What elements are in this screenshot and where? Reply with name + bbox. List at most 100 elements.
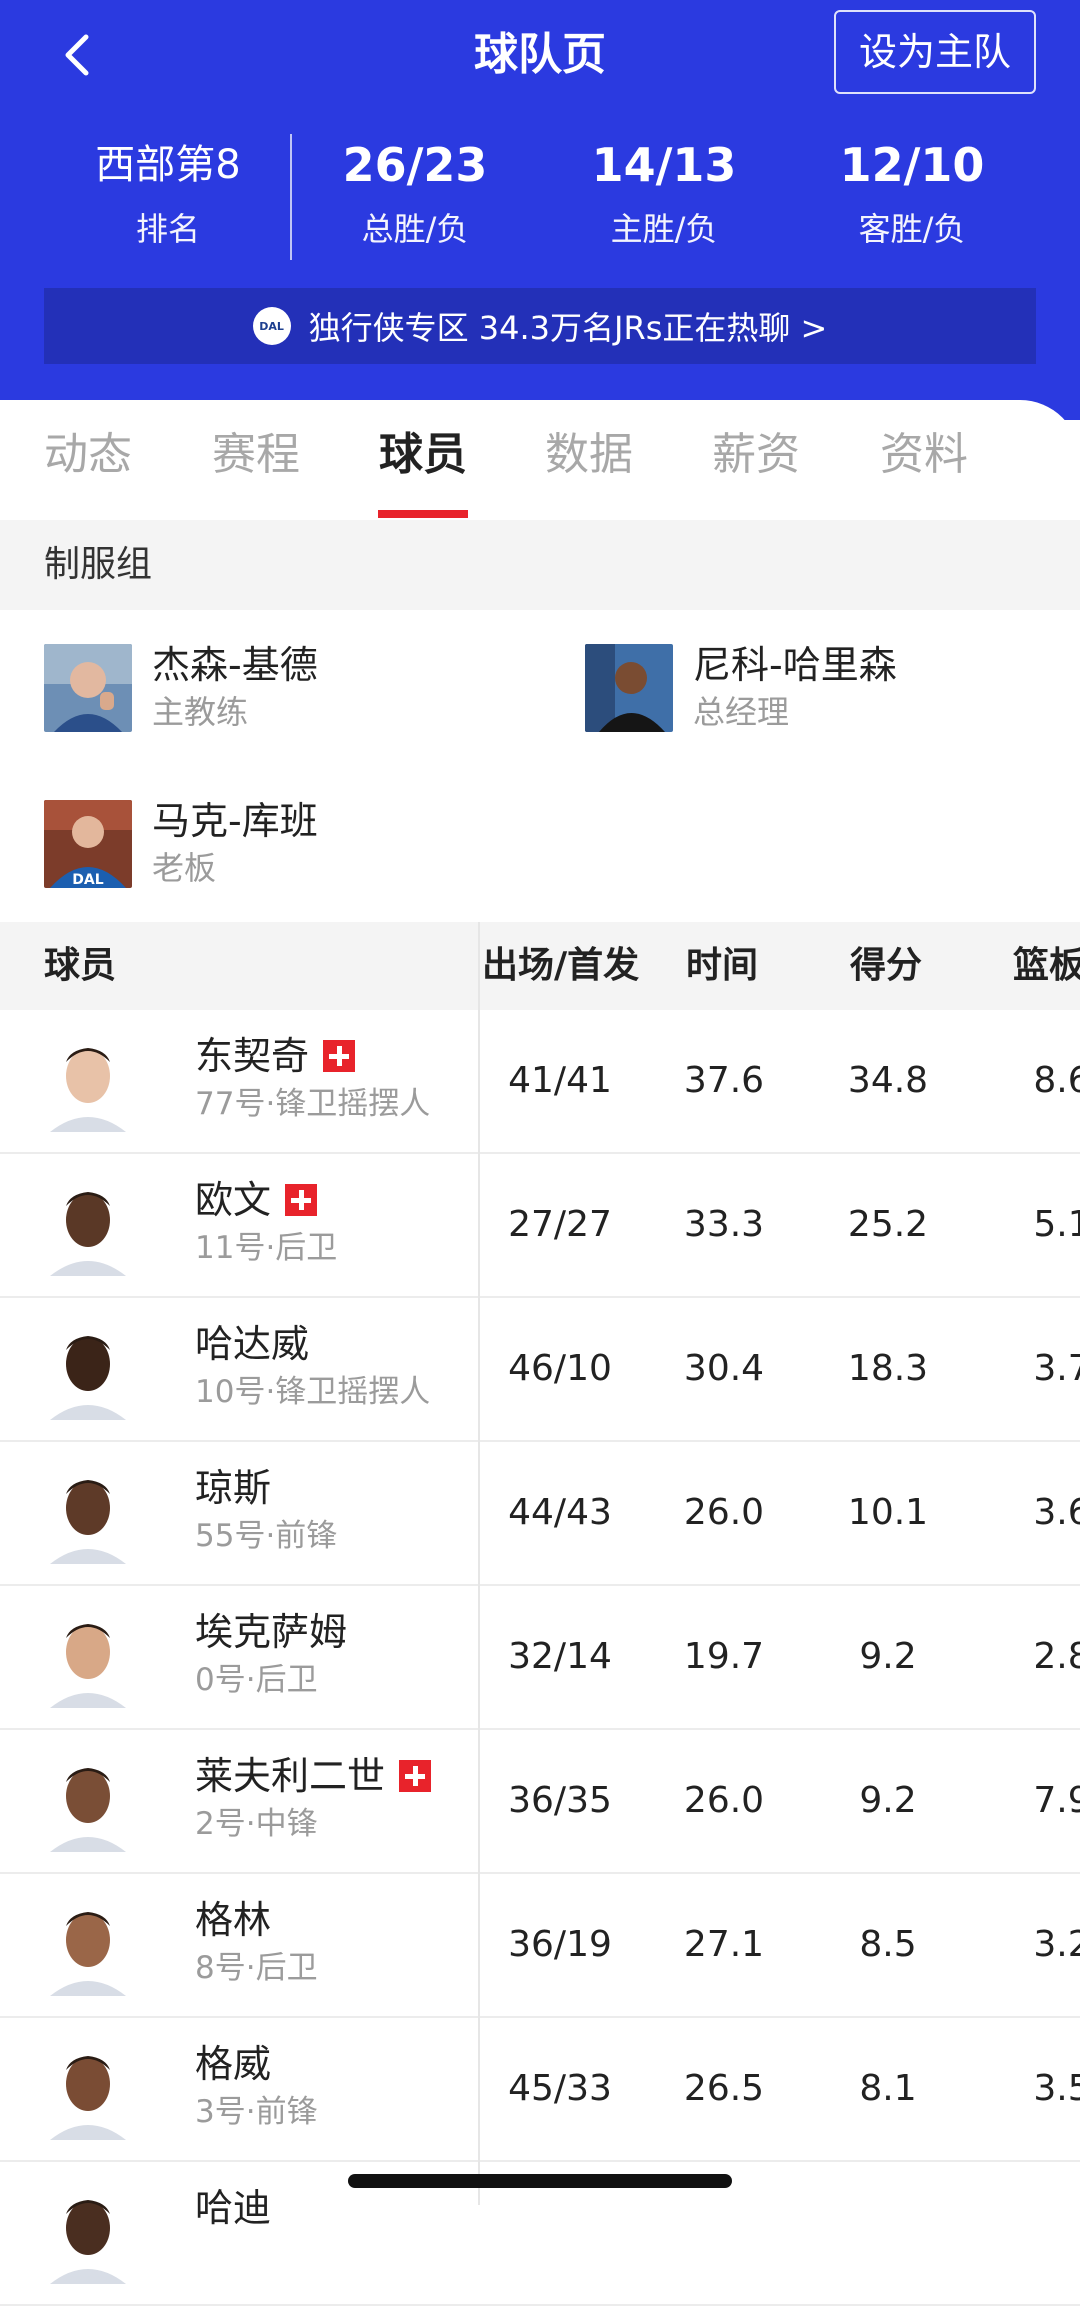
svg-text:DAL: DAL	[72, 872, 103, 888]
staff-photo	[585, 644, 673, 732]
player-name: 欧文	[195, 1178, 272, 1222]
cell-rebounds: 3.2	[1033, 1924, 1080, 1965]
team-header: 球队页 设为主队 西部第8 排名 26/23 总胜/负 14/13 主胜/负 1…	[0, 0, 1080, 420]
player-avatar	[44, 2184, 132, 2284]
cell-minutes: 33.3	[683, 1204, 765, 1245]
cell-rebounds: 8.6	[1033, 1060, 1080, 1101]
cell-points: 9.2	[859, 1636, 917, 1677]
player-name-line: 欧文	[195, 1174, 318, 1226]
stat-value: 26/23	[342, 138, 488, 192]
cell-points: 8.5	[859, 1924, 917, 1965]
cell-minutes: 37.6	[683, 1060, 765, 1101]
player-name-line: 格威	[195, 2038, 271, 2090]
cell-rebounds: 3.6	[1033, 1492, 1080, 1533]
tab-news[interactable]: 动态	[44, 420, 132, 490]
cell-games: 44/43	[508, 1492, 612, 1533]
table-row[interactable]: 欧文 11号·后卫 27/27 33.3 25.2 5.1	[0, 1154, 1080, 1298]
team-forum-banner[interactable]: DAL 独行侠专区 34.3万名JRs正在热聊 >	[44, 288, 1036, 364]
set-home-team-button[interactable]: 设为主队	[834, 10, 1036, 94]
table-row[interactable]: 莱夫利二世 2号·中锋 36/35 26.0 9.2 7.9	[0, 1730, 1080, 1874]
staff-item[interactable]: 杰森-基德 主教练	[44, 643, 544, 744]
home-indicator	[348, 2174, 732, 2188]
player-number-position: 2号·中锋	[195, 1806, 318, 1842]
cell-games: 27/27	[508, 1204, 612, 1245]
stat-value: 西部第8	[95, 142, 241, 188]
staff-photo: DAL	[44, 800, 132, 888]
staff-role: 主教练	[152, 693, 249, 731]
team-record-stats: 西部第8 排名 26/23 总胜/负 14/13 主胜/负 12/10 客胜/负	[0, 130, 1080, 270]
player-name: 东契奇	[195, 1034, 310, 1078]
staff-name: 马克-库班	[152, 799, 318, 843]
staff-role: 总经理	[693, 693, 790, 731]
player-avatar	[44, 1464, 132, 1564]
stat-away-record: 12/10 客胜/负	[812, 130, 1012, 254]
mavericks-logo-icon: DAL	[252, 307, 291, 345]
tab-stats[interactable]: 数据	[545, 420, 633, 490]
player-number-position: 11号·后卫	[195, 1230, 338, 1266]
player-name-line: 哈迪	[195, 2182, 271, 2234]
col-header-minutes[interactable]: 时间	[686, 922, 758, 1010]
table-row[interactable]: 东契奇 77号·锋卫摇摆人 41/41 37.6 34.8 8.6	[0, 1010, 1080, 1154]
cell-minutes: 26.0	[683, 1492, 765, 1533]
table-row[interactable]: 琼斯 55号·前锋 44/43 26.0 10.1 3.6	[0, 1442, 1080, 1586]
col-header-points[interactable]: 得分	[850, 922, 922, 1010]
player-name: 哈达威	[195, 1322, 310, 1366]
player-name-line: 东契奇	[195, 1030, 356, 1082]
staff-role: 老板	[152, 849, 217, 887]
player-number-position: 8号·后卫	[195, 1950, 318, 1986]
player-avatar	[44, 1320, 132, 1420]
injury-icon	[399, 1760, 432, 1792]
player-name-line: 埃克萨姆	[195, 1606, 347, 1658]
player-name: 琼斯	[195, 1466, 272, 1510]
col-header-rebounds[interactable]: 篮板	[1013, 922, 1080, 1010]
player-avatar	[44, 2040, 132, 2140]
cell-rebounds: 2.8	[1033, 1636, 1080, 1677]
tab-info[interactable]: 资料	[880, 420, 968, 490]
tab-salary[interactable]: 薪资	[712, 420, 800, 490]
player-name: 莱夫利二世	[195, 1754, 386, 1798]
stat-label: 排名	[135, 210, 200, 248]
col-header-games[interactable]: 出场/首发	[482, 922, 639, 1010]
stat-rank[interactable]: 西部第8 排名	[68, 130, 268, 254]
player-name: 格林	[195, 1898, 272, 1942]
players-table-header: 球员 出场/首发 时间 得分 篮板	[0, 922, 1080, 1010]
active-tab-indicator	[378, 510, 468, 518]
player-number-position: 0号·后卫	[195, 1662, 318, 1698]
cell-games: 41/41	[508, 1060, 612, 1101]
table-row[interactable]: 格威 3号·前锋 45/33 26.5 8.1 3.5	[0, 2018, 1080, 2162]
stat-label: 主胜/负	[610, 210, 718, 248]
table-row[interactable]: 埃克萨姆 0号·后卫 32/14 19.7 9.2 2.8	[0, 1586, 1080, 1730]
cell-rebounds: 7.9	[1033, 1780, 1080, 1821]
cell-minutes: 19.7	[683, 1636, 765, 1677]
stat-value: 14/13	[591, 138, 737, 192]
cell-rebounds: 3.5	[1033, 2068, 1080, 2109]
player-avatar	[44, 1176, 132, 1276]
cell-minutes: 27.1	[683, 1924, 765, 1965]
cell-games: 36/19	[508, 1924, 612, 1965]
cell-rebounds: 5.1	[1033, 1204, 1080, 1245]
table-row[interactable]: 哈达威 10号·锋卫摇摆人 46/10 30.4 18.3 3.7	[0, 1298, 1080, 1442]
cell-games: 46/10	[508, 1348, 612, 1389]
col-header-player[interactable]: 球员	[44, 922, 116, 1010]
column-divider	[478, 922, 480, 2205]
player-name-line: 哈达威	[195, 1318, 309, 1370]
player-name-line: 莱夫利二世	[195, 1750, 432, 1802]
player-number-position: 77号·锋卫摇摆人	[195, 1086, 431, 1122]
staff-item[interactable]: 尼科-哈里森 总经理	[585, 643, 1080, 744]
player-avatar	[44, 1608, 132, 1708]
stat-label: 总胜/负	[361, 210, 469, 248]
staff-item[interactable]: DAL 马克-库班 老板	[44, 799, 544, 900]
cell-points: 10.1	[847, 1492, 929, 1533]
cell-points: 8.1	[859, 2068, 917, 2109]
table-row[interactable]: 格林 8号·后卫 36/19 27.1 8.5 3.2	[0, 1874, 1080, 2018]
player-avatar	[44, 1896, 132, 1996]
staff-name: 杰森-基德	[152, 643, 318, 687]
staff-name: 尼科-哈里森	[693, 643, 897, 687]
cell-games: 32/14	[508, 1636, 612, 1677]
tab-schedule[interactable]: 赛程	[212, 420, 300, 490]
player-number-position: 55号·前锋	[195, 1518, 338, 1554]
cell-points: 18.3	[847, 1348, 929, 1389]
tab-players[interactable]: 球员	[379, 420, 467, 490]
player-name-line: 琼斯	[195, 1462, 271, 1514]
player-name: 格威	[195, 2042, 272, 2086]
